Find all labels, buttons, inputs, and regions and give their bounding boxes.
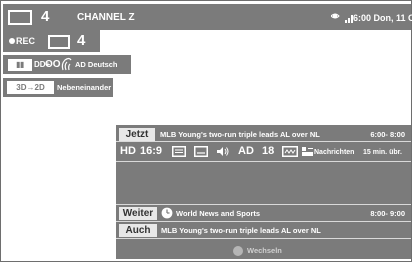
now-tag[interactable]: Jetzt bbox=[119, 128, 155, 141]
subtitles-icon bbox=[194, 146, 208, 157]
3d-conversion-badge: 3D→2D bbox=[7, 81, 54, 94]
divider bbox=[116, 221, 411, 222]
program-info-icons: HD 16:9 AD 18 Nachrichten 15 min. übr. bbox=[116, 142, 411, 160]
genre-icon bbox=[302, 147, 313, 156]
channel-banner: 4 CHANNEL Z 6:00 Don, 11 Okt bbox=[3, 4, 412, 30]
divider bbox=[116, 238, 411, 239]
audio-description-label: AD Deutsch bbox=[75, 60, 118, 69]
audio-description-icon bbox=[61, 57, 72, 71]
now-row[interactable]: Jetzt MLB Young's two-run triple leads A… bbox=[116, 127, 411, 141]
tv-icon bbox=[48, 35, 70, 49]
audio-description-badge: AD bbox=[238, 145, 254, 157]
dolby-icon: ▮▮ bbox=[8, 59, 32, 71]
age-rating-badge: 18 bbox=[262, 145, 275, 157]
channel-name: CHANNEL Z bbox=[77, 12, 135, 23]
next-tag[interactable]: Weiter bbox=[119, 207, 157, 220]
navigation-button-icon bbox=[233, 246, 243, 256]
genre-label: Nachrichten bbox=[314, 149, 355, 156]
date-time: 6:00 Don, 11 Okt bbox=[353, 13, 412, 23]
also-title: MLB Young's two-run triple leads AL over… bbox=[161, 226, 321, 235]
audio-info-bar: ▮▮ DD+ OO AD Deutsch bbox=[3, 55, 131, 74]
also-row[interactable]: Auch MLB Young's two-run triple leads AL… bbox=[116, 223, 411, 237]
record-dot-icon bbox=[9, 38, 15, 44]
hd-badge: HD bbox=[120, 145, 136, 157]
stereo-icon: OO bbox=[45, 59, 61, 70]
clock-icon bbox=[161, 207, 173, 219]
switch-label: Wechseln bbox=[247, 246, 282, 255]
signal-wave-icon bbox=[282, 146, 298, 157]
channel-number: 4 bbox=[41, 8, 50, 25]
aspect-ratio-badge: 16:9 bbox=[140, 145, 163, 157]
next-time: 8:00- 9:00 bbox=[370, 209, 405, 218]
tv-icon bbox=[8, 10, 32, 25]
now-title: MLB Young's two-run triple leads AL over… bbox=[160, 130, 320, 139]
rec-label: REC bbox=[16, 36, 36, 46]
next-title: World News and Sports bbox=[176, 209, 261, 218]
rec-channel-number: 4 bbox=[77, 32, 86, 49]
audio-speaker-icon bbox=[217, 147, 229, 156]
switch-hint[interactable]: Wechseln bbox=[116, 245, 411, 257]
next-row[interactable]: Weiter World News and Sports 8:00- 9:00 bbox=[116, 206, 411, 220]
now-time: 6:00- 8:00 bbox=[370, 130, 405, 139]
3d-mode-bar: 3D→2D Nebeneinander bbox=[3, 78, 113, 97]
teletext-icon bbox=[172, 146, 186, 157]
divider bbox=[116, 204, 411, 205]
epg-panel: Jetzt MLB Young's two-run triple leads A… bbox=[116, 125, 411, 259]
remaining-time: 15 min. übr. bbox=[363, 149, 402, 156]
divider bbox=[116, 161, 411, 162]
also-tag[interactable]: Auch bbox=[119, 224, 157, 237]
tv-screen: 4 CHANNEL Z 6:00 Don, 11 Okt REC 4 ▮▮ DD… bbox=[0, 0, 412, 262]
recording-bar: REC 4 bbox=[3, 30, 100, 52]
3d-mode-label: Nebeneinander bbox=[57, 83, 112, 92]
